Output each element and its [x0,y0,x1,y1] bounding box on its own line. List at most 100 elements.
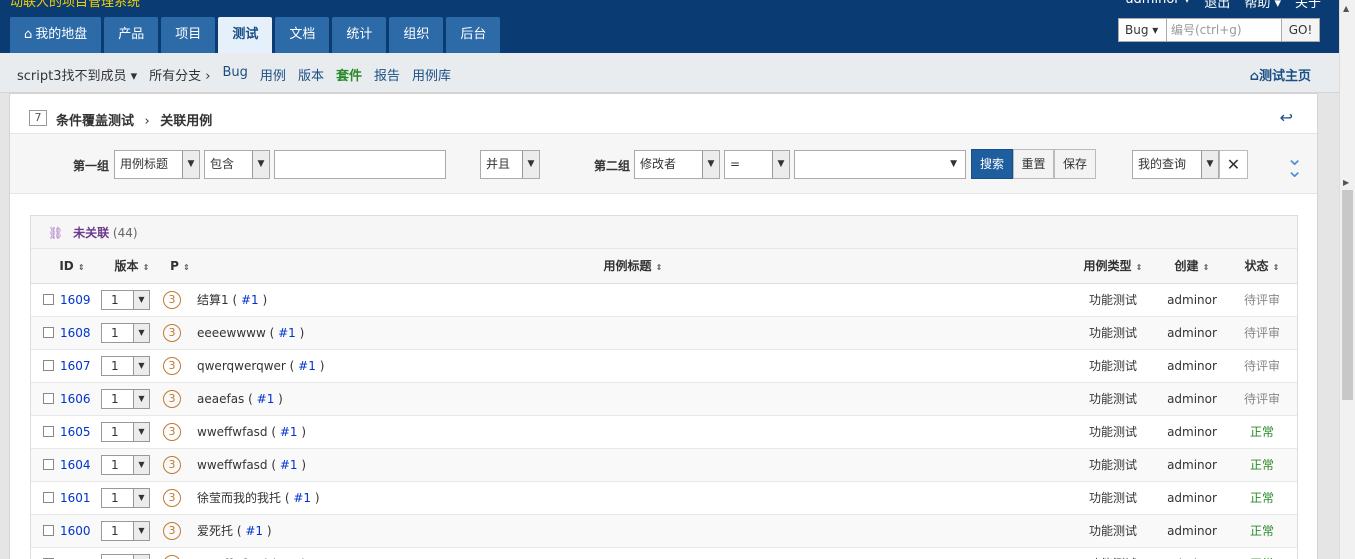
subnav-suite[interactable]: 套件 [336,65,362,84]
reset-button[interactable]: 重置 [1013,149,1054,179]
test-home-link[interactable]: ⌂测试主页 [1250,65,1311,84]
case-title[interactable]: qwerqwerqwer ( [197,359,294,373]
user-menu[interactable]: adminor ▾ [1126,0,1191,11]
col-id[interactable]: ID ⇕ [31,249,101,284]
nav-tab-admin[interactable]: 后台 [446,17,501,53]
col-priority[interactable]: P ⇕ [163,249,197,284]
case-title-close: ) [319,358,325,373]
save-query-button[interactable]: 保存 [1054,149,1096,179]
case-ref-link[interactable]: #1 [280,458,298,472]
case-type: 功能测试 [1069,547,1157,559]
group1-operator-select[interactable]: 包含 [204,150,270,179]
subnav-build[interactable]: 版本 [298,65,324,84]
case-id-link[interactable]: 1606 [60,392,91,406]
scroll-up-icon[interactable]: ▲ [1343,4,1349,13]
version-select[interactable]: 1 [101,289,150,310]
sub-nav-items: script3找不到成员 ▾ 所有分支 › Bug 用例 版本 套件 报告 用例… [17,65,451,84]
case-title[interactable]: 徐莹而我的我托 ( [197,491,290,505]
case-id-link[interactable]: 1601 [60,491,91,505]
nav-tab-test[interactable]: 测试 [218,17,273,53]
nav-tab-product[interactable]: 产品 [104,17,159,53]
logout-link[interactable]: 退出 [1204,0,1230,11]
help-menu[interactable]: 帮助 ▾ [1244,0,1281,11]
close-icon[interactable]: ✕ [1219,150,1248,179]
row-checkbox[interactable] [43,293,54,305]
subnav-report[interactable]: 报告 [374,65,400,84]
row-checkbox[interactable] [43,326,54,338]
case-title[interactable]: wweffwfasd ( [197,425,276,439]
page-scrollbar[interactable]: ▲ ▶ [1339,0,1355,559]
col-type[interactable]: 用例类型 ⇕ [1069,249,1157,284]
col-version[interactable]: 版本 ⇕ [101,249,163,284]
top-links: adminor ▾ 退出 帮助 ▾ 关于 [1126,0,1321,11]
subnav-caselib[interactable]: 用例库 [412,65,451,84]
case-id-link[interactable]: 1609 [60,293,91,307]
case-title[interactable]: aeaefas ( [197,392,253,406]
col-title[interactable]: 用例标题 ⇕ [197,249,1069,284]
case-id-link[interactable]: 1605 [60,425,91,439]
case-title[interactable]: 爱死托 ( [197,524,242,538]
my-query-select[interactable]: 我的查询 [1132,150,1219,179]
nav-tab-report[interactable]: 统计 [332,17,387,53]
group1-field-select[interactable]: 用例标题 [114,150,200,179]
subnav-bug[interactable]: Bug [223,65,248,84]
search-type-select[interactable]: Bug ▾ [1118,18,1167,42]
nav-tab-project[interactable]: 项目 [161,17,216,53]
version-select[interactable]: 1 [101,520,150,541]
product-switcher[interactable]: script3找不到成员 ▾ [17,65,137,84]
case-ref-link[interactable]: #1 [278,326,296,340]
case-type: 功能测试 [1069,316,1157,350]
row-checkbox[interactable] [43,392,54,404]
nav-tab-my[interactable]: ⌂ 我的地盘 [10,17,102,53]
case-id-link[interactable]: 1600 [60,524,91,538]
col-status[interactable]: 状态 ⇕ [1227,249,1297,284]
version-select[interactable]: 1 [101,553,150,559]
case-ref-link[interactable]: #1 [293,491,311,505]
case-ref-link[interactable]: #1 [257,392,275,406]
case-id-link[interactable]: 1608 [60,326,91,340]
case-type: 功能测试 [1069,481,1157,515]
group2-field-select[interactable]: 修改者 [634,150,720,179]
row-checkbox[interactable] [43,425,54,437]
about-link[interactable]: 关于 [1295,0,1321,11]
group2-operator-select[interactable]: = [724,150,790,179]
row-checkbox[interactable] [43,524,54,536]
nav-tab-doc[interactable]: 文档 [275,17,330,53]
expand-icon[interactable]: ⌄ ⌄ [1286,148,1303,180]
subnav-case[interactable]: 用例 [260,65,286,84]
case-title[interactable]: eeeewwww ( [197,326,274,340]
logic-select[interactable]: 并且 [480,150,540,179]
case-ref-link[interactable]: #1 [298,359,316,373]
suite-name[interactable]: 条件覆盖测试 [56,114,134,129]
nav-tab-company[interactable]: 组织 [389,17,444,53]
group1-value-input[interactable] [274,150,446,179]
back-icon[interactable]: ↩ [1280,108,1293,127]
case-ref-link[interactable]: #1 [280,425,298,439]
col-creator[interactable]: 创建 ⇕ [1157,249,1227,284]
case-title[interactable]: wweffwfasd ( [197,458,276,472]
search-button[interactable]: 搜索 [971,149,1013,179]
version-select[interactable]: 1 [101,454,150,475]
search-input[interactable]: 编号(ctrl+g) [1167,18,1282,42]
case-creator: adminor [1157,382,1227,416]
scroll-thumb[interactable] [1342,190,1353,400]
go-button[interactable]: GO! [1282,18,1320,42]
row-checkbox[interactable] [43,491,54,503]
group1-label: 第一组 [73,159,110,173]
case-title[interactable]: 结算1 ( [197,293,237,307]
row-checkbox[interactable] [43,359,54,371]
version-select[interactable]: 1 [101,322,150,343]
case-id-link[interactable]: 1604 [60,458,91,472]
case-ref-link[interactable]: #1 [241,293,259,307]
version-select[interactable]: 1 [101,388,150,409]
group2-value-select[interactable]: ▼ [794,150,966,179]
branch-switcher[interactable]: 所有分支 › [149,65,210,84]
case-title-close: ) [301,457,307,472]
row-checkbox[interactable] [43,458,54,470]
main-panel: 7 条件覆盖测试 › 关联用例 ↩ 第一组 用例标题 包含 并且 第二组 修改者… [9,93,1318,559]
version-select[interactable]: 1 [101,355,150,376]
case-ref-link[interactable]: #1 [245,524,263,538]
case-id-link[interactable]: 1607 [60,359,91,373]
version-select[interactable]: 1 [101,487,150,508]
version-select[interactable]: 1 [101,421,150,442]
